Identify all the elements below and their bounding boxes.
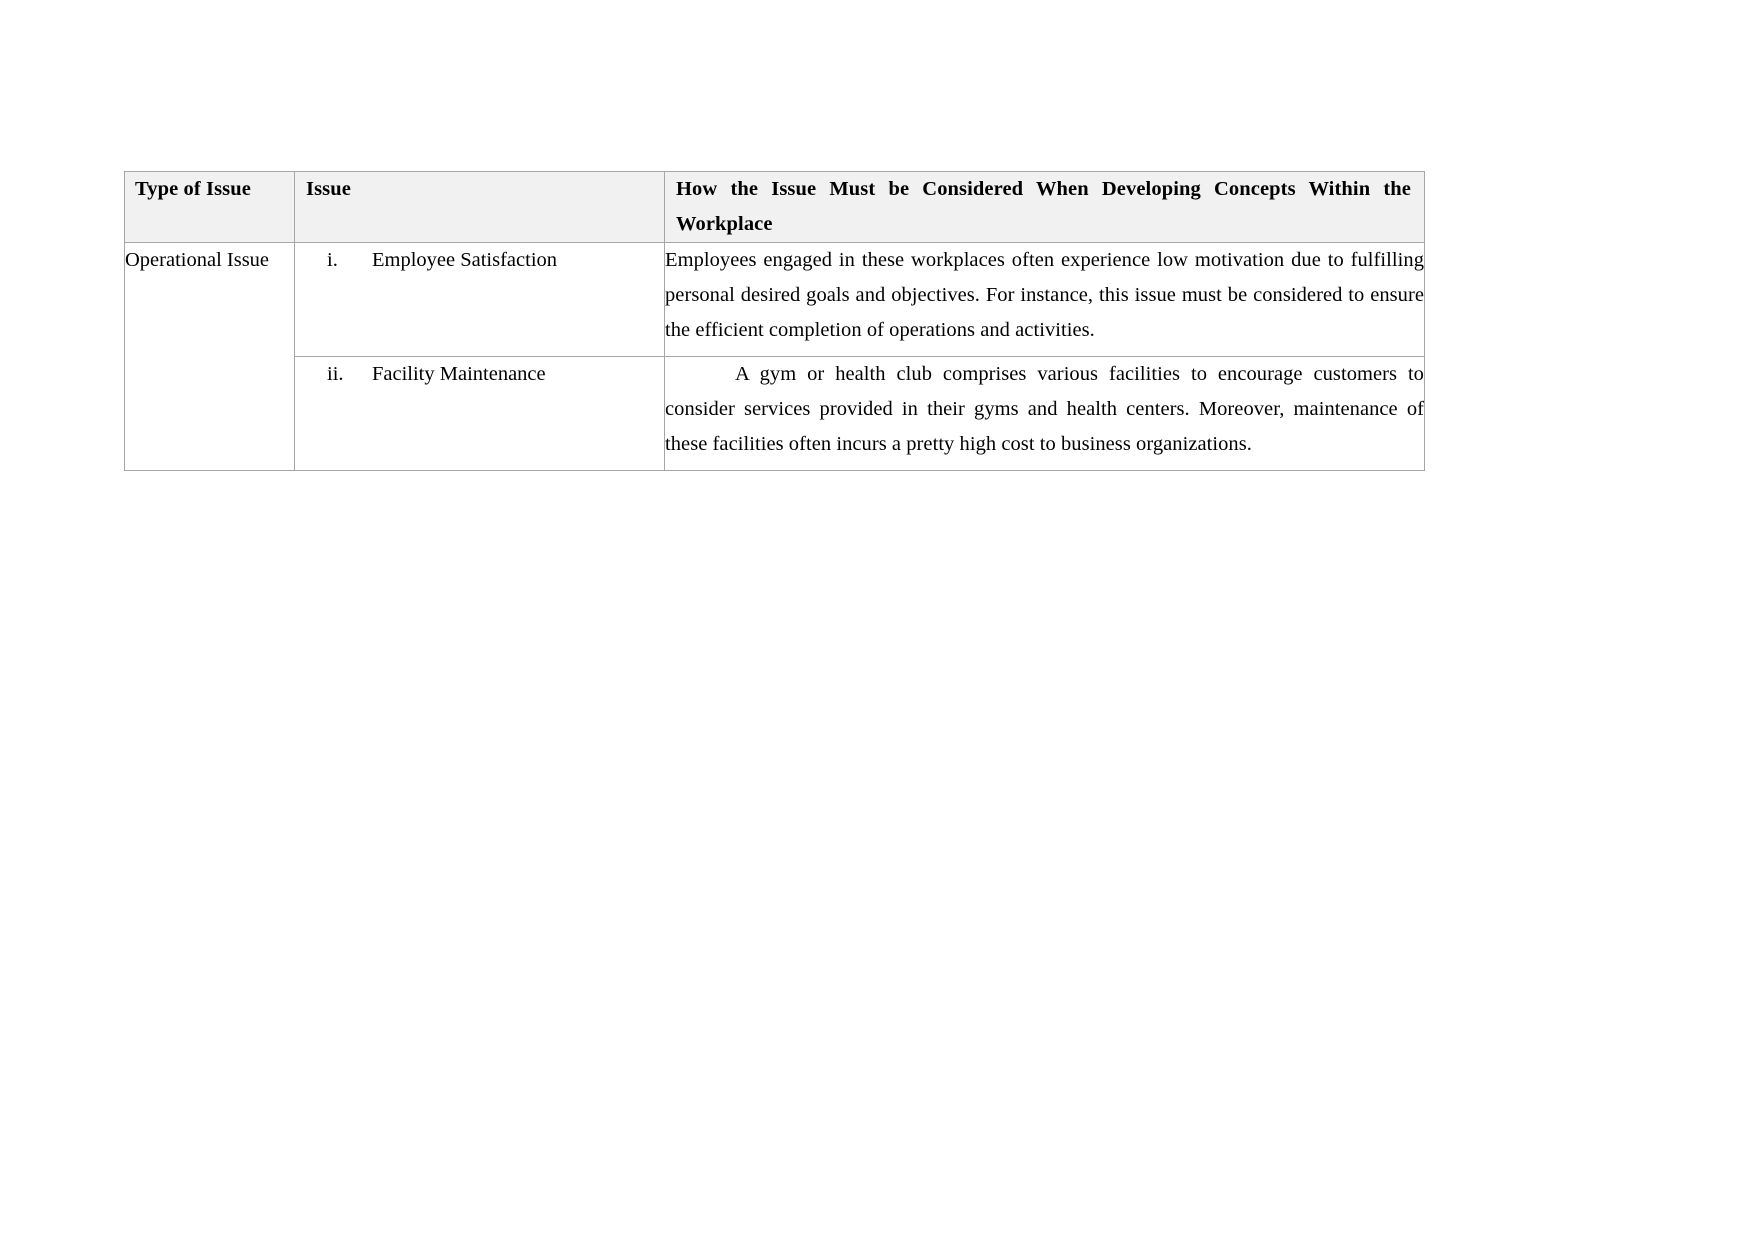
list-item: i. Employee Satisfaction: [295, 243, 664, 278]
cell-issue: ii. Facility Maintenance: [294, 356, 665, 471]
list-item-number: ii.: [327, 363, 344, 385]
cell-issue: i. Employee Satisfaction: [294, 242, 665, 357]
list-item-number: i.: [327, 249, 338, 271]
column-header-how-considered: How the Issue Must be Considered When De…: [664, 171, 1425, 243]
column-header-issue: Issue: [294, 171, 665, 243]
paragraph-how-considered: A gym or health club comprises various f…: [665, 363, 1424, 455]
paragraph-how-considered: Employees engaged in these workplaces of…: [665, 249, 1424, 341]
table-row: Operational Issue i. Employee Satisfactio…: [124, 242, 1425, 471]
table-row: ii. Facility Maintenance A gym or health …: [125, 356, 1425, 471]
list-item-label: Employee Satisfaction: [372, 249, 558, 271]
cell-how-considered: A gym or health club comprises various f…: [664, 356, 1425, 471]
list-item: ii. Facility Maintenance: [295, 357, 664, 392]
table-header-row: Type of Issue Issue How the Issue Must b…: [124, 171, 1425, 243]
document-page: Type of Issue Issue How the Issue Must b…: [0, 0, 1754, 1241]
cell-type-of-issue: Operational Issue: [124, 242, 295, 471]
cell-how-considered: Employees engaged in these workplaces of…: [664, 242, 1425, 357]
issues-table: Type of Issue Issue How the Issue Must b…: [124, 171, 1425, 471]
column-header-type-of-issue: Type of Issue: [124, 171, 295, 243]
list-item-label: Facility Maintenance: [372, 363, 546, 385]
